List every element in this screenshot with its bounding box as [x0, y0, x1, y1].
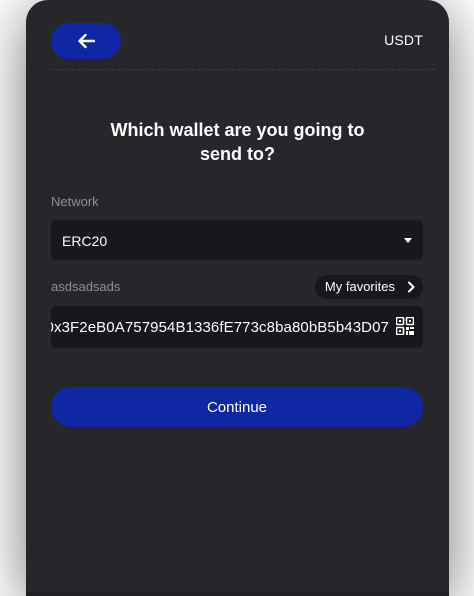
wallet-card: USDT Which wallet are you going to send …: [26, 0, 449, 596]
continue-button[interactable]: Continue: [51, 387, 423, 427]
chevron-right-icon: [408, 281, 415, 293]
address-label: asdsadsads: [51, 279, 121, 294]
header-divider: [52, 69, 435, 70]
network-select[interactable]: ERC20: [51, 220, 423, 260]
network-selected-value: ERC20: [62, 233, 108, 249]
card-bottom-strip: [26, 592, 449, 596]
qr-code-icon[interactable]: [396, 317, 414, 335]
network-label: Network: [51, 194, 99, 209]
address-input[interactable]: 0x3F2eB0A757954B1336fE773c8ba80bB5b43D07: [51, 306, 423, 348]
page-title: Which wallet are you going to send to?: [26, 118, 449, 166]
title-line-1: Which wallet are you going to: [110, 120, 365, 140]
arrow-left-icon: [78, 33, 95, 49]
header: USDT: [26, 0, 449, 70]
my-favorites-label: My favorites: [324, 279, 395, 294]
title-line-2: send to?: [200, 144, 275, 164]
back-button[interactable]: [51, 23, 121, 59]
address-input-value: 0x3F2eB0A757954B1336fE773c8ba80bB5b43D07: [51, 319, 389, 336]
my-favorites-button[interactable]: My favorites: [314, 275, 423, 299]
caret-down-icon: [404, 238, 412, 243]
currency-label: USDT: [384, 32, 423, 48]
